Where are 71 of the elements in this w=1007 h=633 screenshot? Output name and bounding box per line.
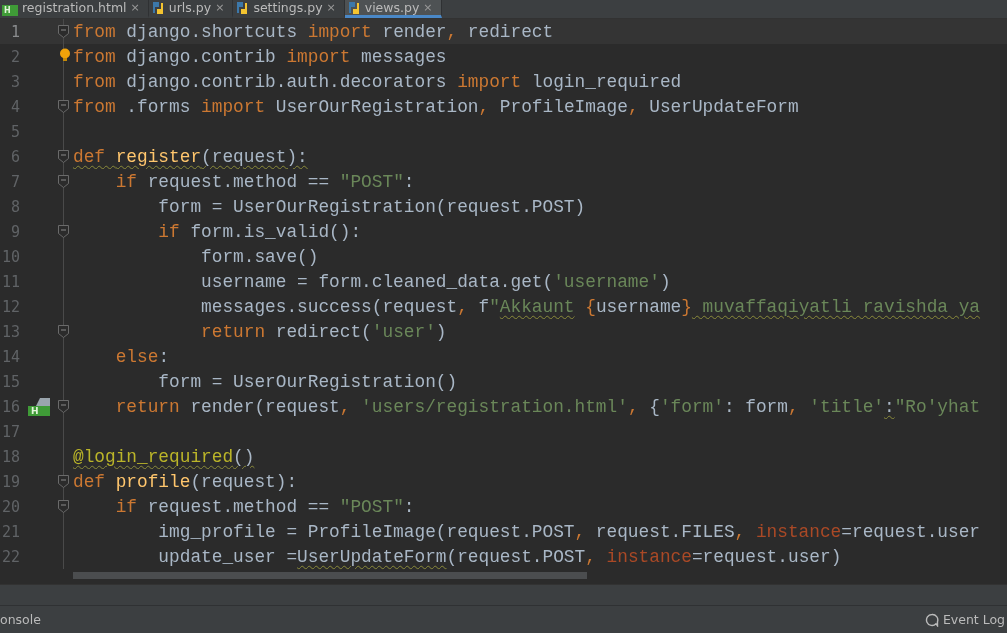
fold-icon[interactable] <box>58 175 69 188</box>
python-file-icon <box>346 0 361 15</box>
horizontal-scrollbar[interactable] <box>73 571 587 579</box>
code-line: from .forms import UserOurRegistration, ProfileImage, UserUpdateForm <box>73 96 799 117</box>
code-line: username = form.cleaned_data.get('username') <box>200 271 671 292</box>
code-line: def profile(request): <box>73 471 298 492</box>
line-number: 3 <box>9 72 20 91</box>
code-line: if form.is_valid(): <box>157 221 362 242</box>
code-line: else: <box>114 346 170 367</box>
line-number: 17 <box>0 422 20 441</box>
fold-icon[interactable] <box>58 475 69 488</box>
fold-icon[interactable] <box>58 325 69 338</box>
line-number: 6 <box>9 147 20 166</box>
fold-icon[interactable] <box>58 400 69 413</box>
fold-icon[interactable] <box>58 500 69 513</box>
line-number: 7 <box>9 172 20 191</box>
line-number: 12 <box>0 297 20 316</box>
code-line: return redirect('user') <box>200 321 447 342</box>
code-line: form = UserOurRegistration() <box>157 371 458 392</box>
code-line: from django.contrib.auth.decorators import login_required <box>73 71 682 92</box>
line-number: 4 <box>9 97 20 116</box>
line-number: 15 <box>0 372 20 391</box>
line-number: 10 <box>0 247 20 266</box>
close-icon[interactable]: × <box>215 1 225 14</box>
close-icon[interactable]: × <box>326 1 336 14</box>
line-number: 2 <box>9 47 20 66</box>
tab-label: settings.py <box>253 0 323 15</box>
line-number: 14 <box>0 347 20 366</box>
code-line: if request.method == "POST": <box>114 496 415 517</box>
line-number: 19 <box>0 472 20 491</box>
speech-bubble-icon <box>924 612 939 627</box>
code-line: form = UserOurRegistration(request.POST) <box>157 196 586 217</box>
code-line: update_user =UserUpdateForm(request.POST, instance=request.user) <box>157 546 842 567</box>
line-number: 8 <box>9 197 20 216</box>
code-line: from django.shortcuts import render, redirect <box>73 21 554 42</box>
fold-icon[interactable] <box>58 150 69 163</box>
python-file-icon <box>150 0 165 15</box>
line-number: 20 <box>0 497 20 516</box>
fold-icon[interactable] <box>58 25 69 38</box>
tab-label: urls.py <box>168 0 212 15</box>
line-number: 16 <box>0 397 20 416</box>
line-number: 21 <box>0 522 20 541</box>
code-line: messages.success(request, f"Akkaunt {username} muvaffaqiyatli ravishda ya <box>200 296 981 317</box>
line-number: 13 <box>0 322 20 341</box>
code-line: def register(request): <box>73 146 308 167</box>
code-line: from django.contrib import messages <box>73 46 447 67</box>
line-number: 5 <box>9 122 20 141</box>
code-line: if request.method == "POST": <box>114 171 415 192</box>
tab-label: views.py <box>364 0 420 15</box>
fold-icon[interactable] <box>58 225 69 238</box>
line-number: 1 <box>9 22 20 41</box>
code-line: img_profile = ProfileImage(request.POST, request.FILES, instance=request.user <box>157 521 980 542</box>
tab-label: registration.html <box>22 0 127 15</box>
html-file-icon: H <box>2 4 18 16</box>
line-number: 18 <box>0 447 20 466</box>
line-number: 11 <box>0 272 20 291</box>
close-icon[interactable]: × <box>130 1 140 14</box>
line-number: 22 <box>0 547 20 566</box>
close-icon[interactable]: × <box>423 1 433 14</box>
event-log-button[interactable]: Event Log <box>924 612 1007 627</box>
code-line: form.save() <box>200 246 319 267</box>
console-tab[interactable]: onsole <box>0 612 43 627</box>
lightbulb-icon[interactable] <box>59 48 71 62</box>
fold-icon[interactable] <box>58 100 69 113</box>
code-line: return render(request, 'users/registration.html', {'form': form, 'title':"Ro'yhat <box>114 396 981 417</box>
editor-tab[interactable]: views.py × <box>344 0 442 18</box>
code-line: @login_required() <box>73 446 255 467</box>
line-number: 9 <box>9 222 20 241</box>
editor-tab[interactable]: H registration.html × <box>0 0 149 18</box>
python-file-icon <box>235 0 250 15</box>
event-log-label: Event Log <box>942 612 1005 627</box>
